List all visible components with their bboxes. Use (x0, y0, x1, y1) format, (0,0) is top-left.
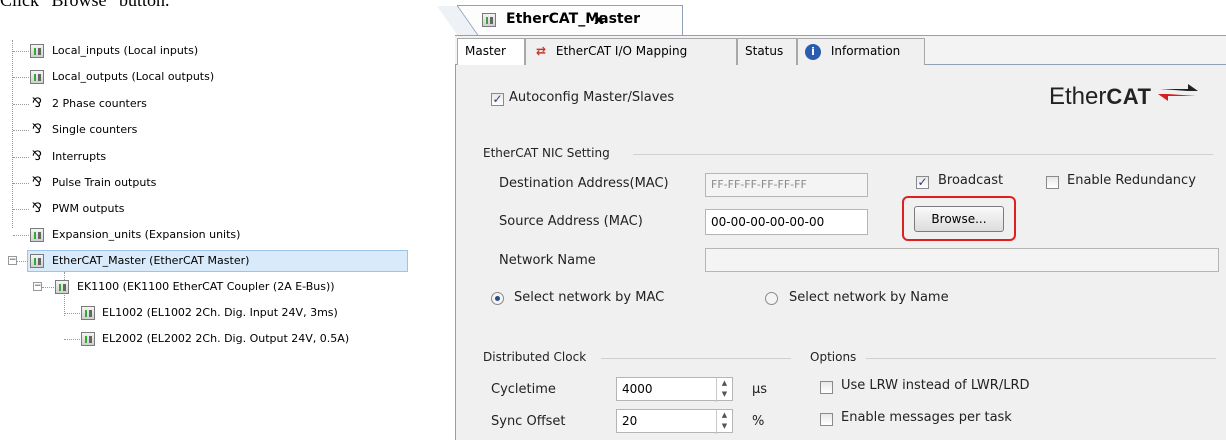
logo-text-light: Ether (1049, 83, 1107, 110)
tree-item-pulse-train-outputs[interactable]: ⅋ Pulse Train outputs (0, 172, 420, 194)
tree-item-2-phase-counters[interactable]: ⅋ 2 Phase counters (0, 93, 420, 115)
use-lrw-checkbox[interactable] (820, 381, 833, 394)
document-tab[interactable]: EtherCAT_Master x (436, 5, 683, 36)
tree-item-label: Local_outputs (Local outputs) (52, 70, 215, 83)
enable-redundancy-label: Enable Redundancy (1067, 173, 1196, 188)
device-tree: Local_inputs (Local inputs) Local_output… (0, 40, 420, 370)
device-icon (482, 13, 496, 27)
counter-icon: ⅋ (31, 122, 43, 137)
tree-item-local-inputs[interactable]: Local_inputs (Local inputs) (0, 40, 420, 62)
source-address-field[interactable]: 00-00-00-00-00-00 (705, 209, 868, 235)
editor-tab-bar: Master ⇄ EtherCAT I/O Mapping Status i I… (455, 35, 1226, 66)
cycletime-input[interactable]: 4000 ▲ ▼ (616, 377, 733, 402)
autoconfig-label: Autoconfig Master/Slaves (509, 90, 675, 105)
section-divider (601, 358, 791, 359)
sync-offset-label: Sync Offset (491, 414, 566, 429)
sync-offset-input[interactable]: 20 ▲ ▼ (616, 409, 733, 434)
tree-item-ethercat-master[interactable]: − EtherCAT_Master (EtherCAT Master) (0, 250, 420, 272)
tree-item-label: Expansion_units (Expansion units) (52, 228, 241, 241)
select-by-mac-label: Select network by MAC (514, 290, 665, 305)
counter-icon: ⅋ (31, 149, 43, 164)
tree-item-label: EK1100 (EK1100 EtherCAT Coupler (2A E-Bu… (77, 280, 335, 293)
tree-item-el1002[interactable]: EL1002 (EL1002 2Ch. Dig. Input 24V, 3ms) (0, 302, 420, 324)
tab-label: Master (465, 44, 506, 58)
broadcast-label: Broadcast (938, 173, 1004, 188)
logo-arrows-icon (1158, 84, 1199, 101)
device-icon (30, 44, 44, 58)
select-by-name-radio[interactable] (765, 292, 778, 305)
tab-label: EtherCAT I/O Mapping (555, 44, 688, 58)
destination-address-label: Destination Address(MAC) (499, 176, 669, 191)
counter-icon: ⅋ (31, 201, 43, 216)
sync-offset-value: 20 (622, 414, 638, 428)
master-settings-panel: ✓ Autoconfig Master/Slaves EtherCAT Ethe… (455, 65, 1226, 440)
tab-master[interactable]: Master (457, 38, 525, 66)
collapse-toggle-icon[interactable]: − (8, 256, 17, 265)
device-icon (30, 70, 44, 84)
tree-item-label: Local_inputs (Local inputs) (52, 44, 199, 57)
tree-item-single-counters[interactable]: ⅋ Single counters (0, 119, 420, 141)
browse-button[interactable]: Browse... (914, 206, 1004, 232)
nic-section-title: EtherCAT NIC Setting (483, 146, 610, 160)
tab-ethercat-io-mapping[interactable]: ⇄ EtherCAT I/O Mapping (525, 38, 737, 65)
device-icon (81, 332, 95, 346)
tree-item-local-outputs[interactable]: Local_outputs (Local outputs) (0, 66, 420, 88)
logo-text-bold: CAT (1106, 84, 1152, 109)
tree-item-el2002[interactable]: EL2002 (EL2002 2Ch. Dig. Output 24V, 0.5… (0, 328, 420, 350)
enable-messages-label: Enable messages per task (841, 410, 1012, 425)
document-tab-title: EtherCAT_Master (506, 11, 640, 27)
options-title: Options (810, 350, 857, 364)
tree-item-pwm-outputs[interactable]: ⅋ PWM outputs (0, 198, 420, 220)
device-editor: EtherCAT_Master x Master ⇄ EtherCAT I/O … (436, 5, 1226, 440)
use-lrw-label: Use LRW instead of LWR/LRD (841, 378, 1030, 393)
tree-item-label: EtherCAT_Master (EtherCAT Master) (52, 254, 250, 267)
distributed-clock-title: Distributed Clock (483, 350, 587, 364)
io-mapping-icon: ⇄ (536, 44, 546, 58)
ethercat-logo: EtherCAT (1049, 83, 1199, 111)
section-divider (633, 154, 1213, 155)
cycletime-unit: µs (752, 382, 768, 397)
enable-redundancy-checkbox[interactable] (1046, 176, 1059, 189)
info-icon: i (805, 43, 821, 60)
tree-item-label: EL2002 (EL2002 2Ch. Dig. Output 24V, 0.5… (102, 332, 350, 345)
instruction-text: Click “Browse” button. (0, 0, 170, 10)
tab-status[interactable]: Status (737, 38, 797, 65)
tab-information[interactable]: i Information (797, 38, 925, 65)
counter-icon: ⅋ (31, 96, 43, 111)
broadcast-checkbox[interactable]: ✓ (916, 176, 929, 189)
tree-item-label: 2 Phase counters (52, 97, 147, 110)
tree-item-ek1100[interactable]: − EK1100 (EK1100 EtherCAT Coupler (2A E-… (0, 276, 420, 298)
tree-item-label: Interrupts (52, 150, 107, 163)
autoconfig-checkbox[interactable]: ✓ (491, 93, 504, 106)
section-divider (866, 358, 1216, 359)
tree-item-label: EL1002 (EL1002 2Ch. Dig. Input 24V, 3ms) (102, 306, 338, 319)
select-by-mac-radio[interactable] (491, 292, 504, 305)
close-icon[interactable]: x (594, 10, 604, 28)
source-address-label: Source Address (MAC) (499, 214, 643, 229)
tree-item-interrupts[interactable]: ⅋ Interrupts (0, 146, 420, 168)
spinner-arrows-icon[interactable]: ▲ ▼ (716, 378, 732, 402)
spinner-arrows-icon[interactable]: ▲ ▼ (716, 410, 732, 434)
collapse-toggle-icon[interactable]: − (33, 282, 42, 291)
network-name-label: Network Name (499, 253, 596, 268)
select-by-name-label: Select network by Name (789, 290, 949, 305)
counter-icon: ⅋ (31, 175, 43, 190)
enable-messages-checkbox[interactable] (820, 413, 833, 426)
device-icon (81, 306, 95, 320)
network-name-field[interactable] (705, 248, 1219, 272)
cycletime-value: 4000 (622, 382, 653, 396)
device-icon (30, 228, 44, 242)
device-icon (55, 280, 69, 294)
tree-item-label: Single counters (52, 123, 138, 136)
tab-slant (436, 6, 479, 36)
cycletime-label: Cycletime (491, 382, 556, 397)
tab-label: Status (745, 44, 784, 58)
tree-item-label: PWM outputs (52, 202, 125, 215)
sync-offset-unit: % (752, 414, 765, 429)
tree-item-expansion-units[interactable]: Expansion_units (Expansion units) (0, 224, 420, 246)
device-icon (30, 254, 44, 268)
destination-address-field[interactable]: FF-FF-FF-FF-FF-FF (705, 173, 868, 197)
tree-item-label: Pulse Train outputs (52, 176, 157, 189)
tab-label: Information (830, 44, 901, 58)
